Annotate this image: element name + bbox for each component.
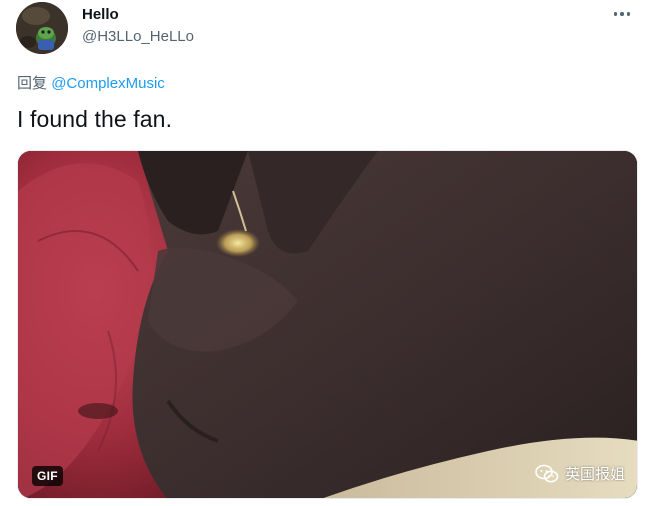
tweet: Hello @H3LLo_HeLLo 回复 @ComplexMusic I fo… [0, 0, 649, 506]
reply-mention-link[interactable]: @ComplexMusic [51, 75, 165, 92]
avatar[interactable] [16, 2, 68, 54]
wechat-icon [535, 464, 559, 482]
gif-badge: GIF [32, 466, 63, 486]
more-icon[interactable] [607, 4, 637, 24]
more-dot [613, 12, 618, 16]
avatar-image [16, 2, 68, 54]
tweet-media[interactable]: GIF 英国报姐 [17, 150, 638, 499]
user-handle[interactable]: @H3LLo_HeLLo [82, 28, 194, 45]
more-dot [626, 12, 631, 16]
reply-context: 回复 @ComplexMusic [17, 72, 165, 93]
tweet-text: I found the fan. [17, 106, 173, 132]
display-name[interactable]: Hello [82, 6, 119, 23]
reply-prefix: 回复 [17, 75, 48, 92]
watermark: 英国报姐 [535, 463, 625, 484]
watermark-text: 英国报姐 [564, 465, 625, 483]
more-dot [620, 12, 624, 16]
gif-frame [18, 151, 637, 498]
